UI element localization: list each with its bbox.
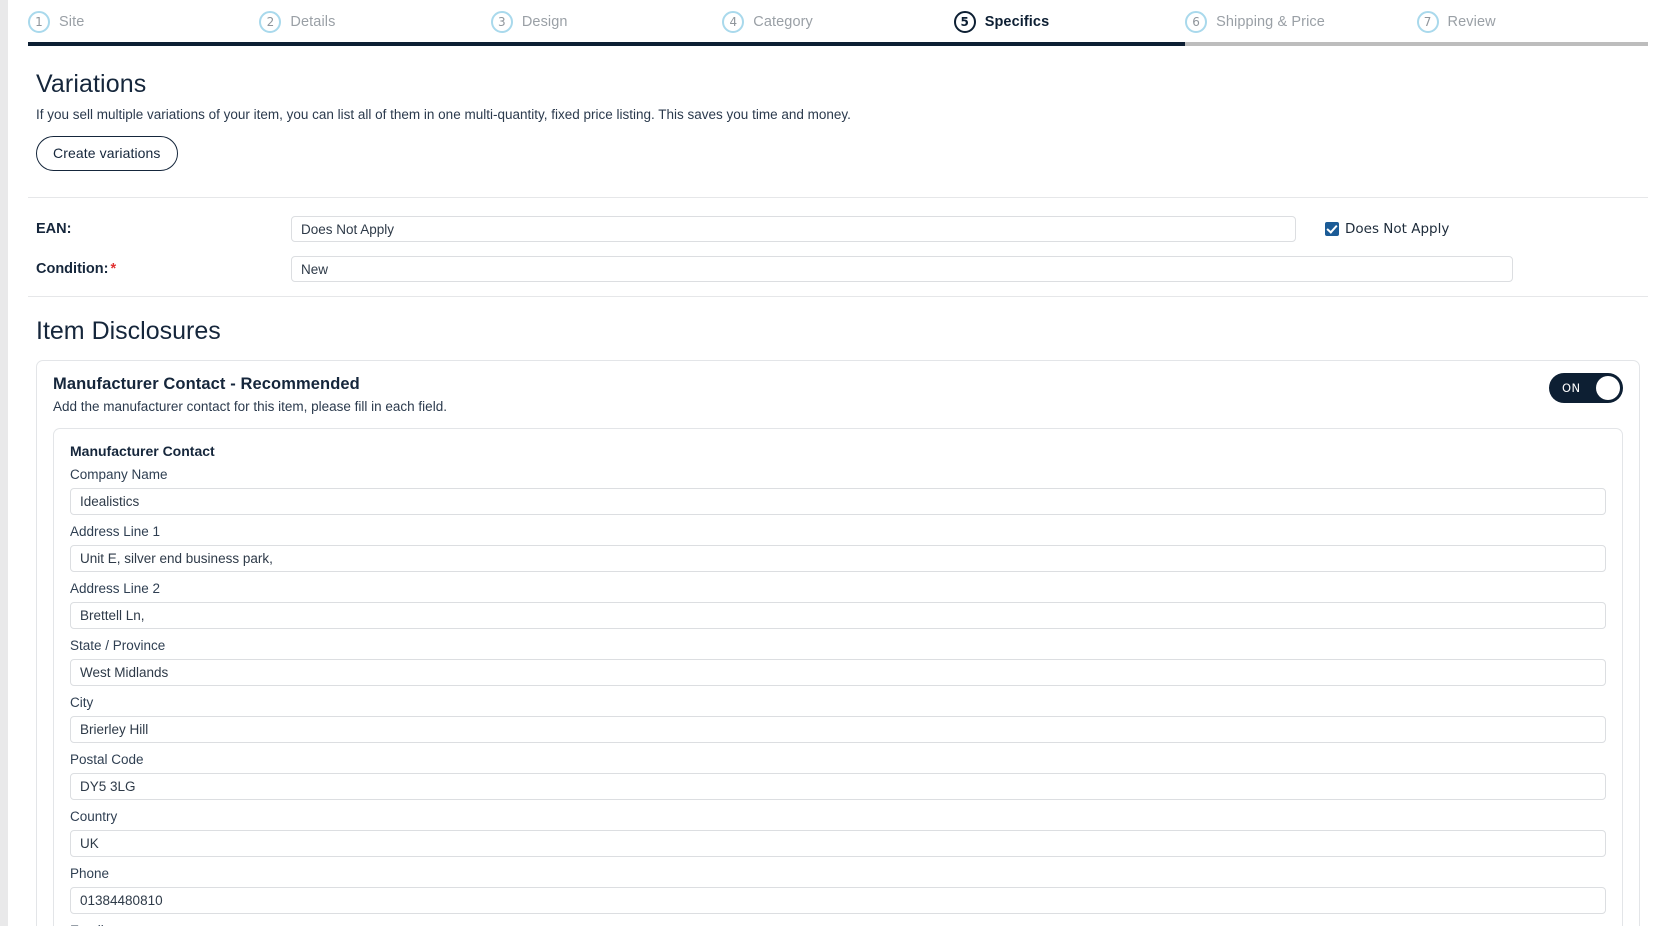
manufacturer-contact-form: Manufacturer Contact Company Name Address… bbox=[53, 428, 1623, 926]
field-label-address-line-1: Address Line 1 bbox=[70, 524, 161, 539]
required-asterisk: * bbox=[110, 261, 117, 277]
field-input-company-name[interactable] bbox=[70, 488, 1606, 515]
manufacturer-contact-heading: Manufacturer Contact - Recommended bbox=[53, 375, 360, 393]
field-input-country[interactable] bbox=[70, 830, 1606, 857]
field-group-state-province: State / Province bbox=[70, 638, 1606, 686]
manufacturer-contact-card: Manufacturer Contact - Recommended Add t… bbox=[36, 360, 1640, 926]
variations-section: Variations If you sell multiple variatio… bbox=[8, 46, 1668, 171]
step-number-badge: 1 bbox=[28, 11, 50, 33]
field-label-country: Country bbox=[70, 809, 118, 824]
field-input-address-line-2[interactable] bbox=[70, 602, 1606, 629]
checkbox-checked-icon[interactable] bbox=[1325, 222, 1339, 236]
variations-title: Variations bbox=[36, 70, 147, 98]
step-number-badge: 2 bbox=[259, 11, 282, 33]
manufacturer-contact-toggle[interactable]: ON bbox=[1549, 373, 1623, 403]
condition-label-text: Condition: bbox=[36, 261, 109, 277]
stepper-step-review[interactable]: 7 Review bbox=[1416, 6, 1648, 38]
manufacturer-contact-form-title: Manufacturer Contact bbox=[70, 443, 215, 459]
field-label-phone: Phone bbox=[70, 866, 110, 881]
toggle-state-label: ON bbox=[1562, 381, 1581, 395]
field-input-city[interactable] bbox=[70, 716, 1606, 743]
ean-label: EAN: bbox=[36, 221, 72, 237]
field-group-address-line-2: Address Line 2 bbox=[70, 581, 1606, 629]
condition-label: Condition: * bbox=[36, 261, 291, 277]
field-group-postal-code: Postal Code bbox=[70, 752, 1606, 800]
create-variations-button[interactable]: Create variations bbox=[36, 136, 178, 171]
field-input-state-province[interactable] bbox=[70, 659, 1606, 686]
stepper-progress-fill bbox=[28, 42, 1186, 46]
step-label: Design bbox=[521, 14, 568, 30]
stepper-step-design[interactable]: 3 Design bbox=[490, 6, 722, 38]
field-group-company-name: Company Name bbox=[70, 467, 1606, 515]
stepper-track: 1 Site 2 Details 3 Design 4 Category 5 Specifics 6… bbox=[28, 6, 1648, 38]
step-number-badge: 3 bbox=[490, 11, 513, 33]
manufacturer-contact-card-heading-block: Manufacturer Contact - Recommended Add t… bbox=[53, 375, 447, 414]
stepper-step-specifics[interactable]: 5 Specifics bbox=[953, 6, 1185, 38]
page-content: 1 Site 2 Details 3 Design 4 Category 5 Specifics 6… bbox=[8, 0, 1668, 926]
field-label-state-province: State / Province bbox=[70, 638, 166, 653]
ean-does-not-apply-checkbox[interactable]: Does Not Apply bbox=[1325, 221, 1449, 237]
manufacturer-contact-card-header: Manufacturer Contact - Recommended Add t… bbox=[53, 373, 1623, 414]
ean-row: EAN: Does Not Apply bbox=[36, 216, 1640, 242]
step-label: Review bbox=[1447, 14, 1496, 30]
field-group-city: City bbox=[70, 695, 1606, 743]
listing-specifics-page: 1 Site 2 Details 3 Design 4 Category 5 Specifics 6… bbox=[0, 0, 1676, 926]
stepper-progress-bar bbox=[28, 42, 1648, 46]
page-left-gutter bbox=[0, 0, 8, 926]
field-label-postal-code: Postal Code bbox=[70, 752, 144, 767]
stepper-step-details[interactable]: 2 Details bbox=[259, 6, 490, 38]
field-label-city: City bbox=[70, 695, 94, 710]
stepper-step-shipping-price[interactable]: 6 Shipping & Price bbox=[1185, 6, 1416, 38]
field-label-company-name: Company Name bbox=[70, 467, 168, 482]
field-input-phone[interactable] bbox=[70, 887, 1606, 914]
step-number-badge: 7 bbox=[1416, 11, 1439, 33]
field-group-address-line-1: Address Line 1 bbox=[70, 524, 1606, 572]
step-number-badge: 6 bbox=[1185, 11, 1208, 33]
step-label: Site bbox=[59, 14, 85, 30]
manufacturer-contact-description: Add the manufacturer contact for this it… bbox=[53, 399, 447, 414]
step-label: Shipping & Price bbox=[1216, 14, 1325, 30]
variations-description: If you sell multiple variations of your … bbox=[36, 107, 851, 122]
step-number-badge: 4 bbox=[722, 11, 745, 33]
ean-checkbox-label: Does Not Apply bbox=[1345, 221, 1450, 237]
wizard-stepper: 1 Site 2 Details 3 Design 4 Category 5 Specifics 6… bbox=[28, 0, 1648, 42]
manufacturer-contact-field-list: Company Name Address Line 1 Address Line 2… bbox=[70, 467, 1606, 926]
item-disclosures-title: Item Disclosures bbox=[36, 317, 221, 345]
toggle-knob[interactable] bbox=[1596, 376, 1620, 400]
ean-input[interactable] bbox=[291, 216, 1296, 242]
step-number-badge: 5 bbox=[953, 11, 976, 33]
stepper-step-site[interactable]: 1 Site bbox=[28, 6, 259, 38]
field-group-country: Country bbox=[70, 809, 1606, 857]
field-label-address-line-2: Address Line 2 bbox=[70, 581, 161, 596]
condition-row: Condition: * bbox=[36, 256, 1640, 282]
step-label: Details bbox=[290, 14, 336, 30]
item-fields: EAN: Does Not Apply Condition:* bbox=[8, 198, 1668, 282]
field-input-postal-code[interactable] bbox=[70, 773, 1606, 800]
step-label: Specifics bbox=[984, 14, 1050, 30]
stepper-step-category[interactable]: 4 Category bbox=[722, 6, 953, 38]
step-label: Category bbox=[753, 14, 813, 30]
field-input-address-line-1[interactable] bbox=[70, 545, 1606, 572]
field-group-phone: Phone bbox=[70, 866, 1606, 914]
condition-input[interactable] bbox=[291, 256, 1513, 282]
